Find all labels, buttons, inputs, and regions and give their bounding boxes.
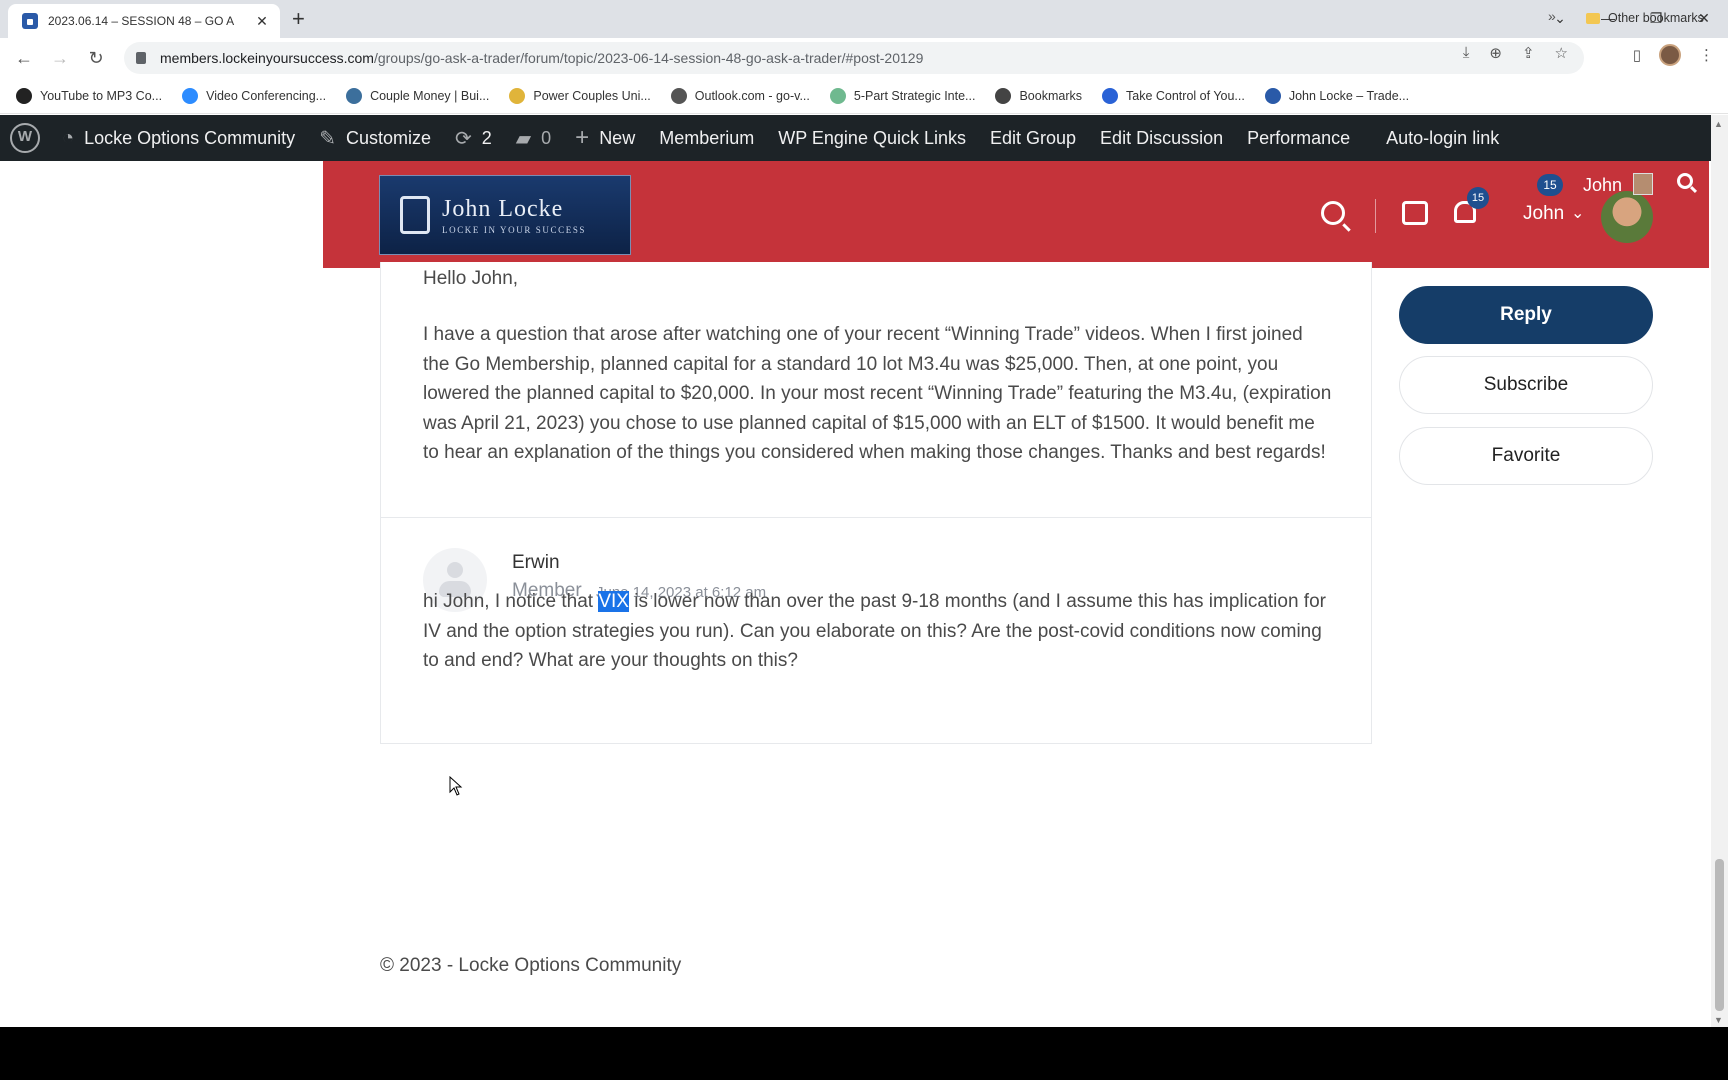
reload-icon[interactable]: ↻ xyxy=(78,48,114,69)
menu-kebab-icon[interactable]: ⋮ xyxy=(1699,46,1714,64)
scroll-down-icon[interactable]: ▼ xyxy=(1714,1015,1723,1025)
toolbar-right: ▯ ⋮ xyxy=(1633,44,1714,66)
logo-name: John Locke xyxy=(442,195,564,222)
admin-comments[interactable]: ▰ 0 xyxy=(516,126,551,151)
bookmarks-overflow-icon[interactable]: » xyxy=(1548,8,1556,24)
new-tab-icon[interactable]: + xyxy=(292,6,305,32)
admin-edit-group[interactable]: Edit Group xyxy=(990,128,1076,149)
subscribe-button[interactable]: Subscribe xyxy=(1399,356,1653,414)
wordpress-logo-icon[interactable] xyxy=(10,123,40,153)
site-logo[interactable]: John Locke LOCKE IN YOUR SUCCESS xyxy=(379,175,631,255)
bookmark-item[interactable]: Power Couples Uni... xyxy=(509,87,651,104)
reply-author[interactable]: Erwin xyxy=(512,552,560,574)
tab-search-icon[interactable]: ⌄ xyxy=(1536,10,1584,27)
star-bookmark-icon[interactable]: ☆ xyxy=(1555,44,1568,62)
url-path: /groups/go-ask-a-trader/forum/topic/2023… xyxy=(373,50,924,66)
wp-admin-bar: ◔ Locke Options Community ✎ Customize ⟳ … xyxy=(0,115,1728,161)
paintbrush-icon: ✎ xyxy=(319,127,336,150)
lock-icon[interactable] xyxy=(136,52,146,64)
scroll-up-icon[interactable]: ▲ xyxy=(1714,119,1723,129)
user-avatar[interactable] xyxy=(1601,191,1653,243)
omnibox-actions: ⤓ ⊕ ⇪ ☆ xyxy=(1463,44,1568,62)
music-note-icon xyxy=(16,87,32,104)
blocked-download-icon[interactable]: ⤓ xyxy=(1463,44,1470,62)
lock-favicon-icon xyxy=(22,13,38,29)
footer-copyright: © 2023 - Locke Options Community xyxy=(380,955,682,976)
favorite-button[interactable]: Favorite xyxy=(1399,427,1653,485)
scrollbar[interactable]: ▲ ▼ xyxy=(1711,115,1728,1027)
logo-tagline: LOCKE IN YOUR SUCCESS xyxy=(442,224,587,235)
user-menu-name[interactable]: John xyxy=(1523,203,1564,225)
header-divider xyxy=(1375,199,1376,233)
url-host: members.lockeinyoursuccess.com xyxy=(160,50,374,66)
bookmark-item[interactable]: 5-Part Strategic Inte... xyxy=(829,87,975,104)
scrollbar-thumb[interactable] xyxy=(1715,859,1724,1011)
admin-customize[interactable]: ✎ Customize xyxy=(319,126,431,151)
close-icon[interactable]: ✕ xyxy=(254,13,270,30)
browser-tab-strip: 2023.06.14 – SESSION 48 – GO A ✕ + ⌄ — ❐… xyxy=(0,0,1728,38)
bookmark-item[interactable]: Video Conferencing... xyxy=(182,87,326,104)
admin-user-avatar[interactable] xyxy=(1633,173,1653,195)
globe-icon xyxy=(670,87,687,104)
forum-reply: Erwin Member June 14, 2023 at 6:12 am hi… xyxy=(380,517,1372,744)
share-icon[interactable]: ⇪ xyxy=(1522,44,1535,62)
bookmark-item[interactable]: John Locke – Trade... xyxy=(1264,87,1409,104)
admin-notification-badge[interactable]: 15 xyxy=(1537,174,1563,196)
admin-updates[interactable]: ⟳ 2 xyxy=(455,126,492,151)
back-icon[interactable]: ← xyxy=(6,48,42,69)
star-icon xyxy=(995,87,1012,104)
admin-performance[interactable]: Performance xyxy=(1247,128,1350,149)
bookmark-item[interactable]: Take Control of You... xyxy=(1102,87,1245,104)
zoom-icon[interactable]: ⊕ xyxy=(1489,44,1502,62)
address-bar[interactable]: members.lockeinyoursuccess.com/groups/go… xyxy=(124,42,1584,74)
admin-site-name[interactable]: ◔ Locke Options Community xyxy=(62,127,295,150)
post-body: I have a question that arose after watch… xyxy=(423,324,1332,464)
browser-tab[interactable]: 2023.06.14 – SESSION 48 – GO A ✕ xyxy=(8,4,280,38)
bookmark-item[interactable]: Bookmarks xyxy=(995,87,1082,104)
badge-icon xyxy=(509,87,526,104)
dashboard-icon: ◔ xyxy=(62,126,75,149)
chevron-down-icon[interactable]: ⌄ xyxy=(1571,203,1584,223)
admin-memberium[interactable]: Memberium xyxy=(659,128,754,149)
admin-auto-login[interactable]: Auto-login link xyxy=(1386,128,1499,149)
reply-button[interactable]: Reply xyxy=(1399,286,1653,344)
admin-user-name[interactable]: John xyxy=(1583,175,1622,196)
zoom-icon xyxy=(182,87,199,104)
mouse-cursor-icon xyxy=(449,776,463,796)
notification-badge: 15 xyxy=(1467,187,1489,209)
circle-icon xyxy=(829,87,846,104)
other-bookmarks[interactable]: Other bookmarks xyxy=(1586,0,1704,36)
updates-icon: ⟳ xyxy=(454,127,472,150)
wordpress-icon xyxy=(346,87,363,104)
lock-logo-icon xyxy=(400,196,430,234)
selected-text: VIX xyxy=(598,591,629,612)
admin-new[interactable]: + New xyxy=(575,124,635,152)
tab-title: 2023.06.14 – SESSION 48 – GO A xyxy=(48,14,235,28)
admin-wp-engine[interactable]: WP Engine Quick Links xyxy=(778,128,966,149)
comment-icon: ▰ xyxy=(515,127,532,150)
search-icon[interactable] xyxy=(1321,201,1345,225)
admin-search-icon[interactable] xyxy=(1677,173,1693,189)
bookmarks-bar: YouTube to MP3 Co... Video Conferencing..… xyxy=(0,78,1728,114)
bookmark-item[interactable]: Couple Money | Bui... xyxy=(346,87,489,104)
forum-post: Hello John, I have a question that arose… xyxy=(380,262,1372,518)
side-panel-icon[interactable]: ▯ xyxy=(1633,46,1641,64)
reply-body: hi John, I notice that VIX is lower now … xyxy=(423,591,1326,672)
folder-icon xyxy=(1586,12,1600,24)
site-header: John Locke LOCKE IN YOUR SUCCESS 15 John… xyxy=(323,161,1709,268)
bookmark-item[interactable]: Outlook.com - go-v... xyxy=(670,87,810,104)
profile-avatar[interactable] xyxy=(1659,44,1681,66)
admin-edit-discussion[interactable]: Edit Discussion xyxy=(1100,128,1223,149)
plus-icon: + xyxy=(575,124,590,151)
lock-icon xyxy=(1264,87,1281,104)
inbox-icon[interactable] xyxy=(1402,201,1428,225)
post-greeting: Hello John, xyxy=(423,268,519,289)
swirl-icon xyxy=(1102,87,1118,104)
forward-icon[interactable]: → xyxy=(42,48,78,69)
bookmark-item[interactable]: YouTube to MP3 Co... xyxy=(16,87,162,104)
